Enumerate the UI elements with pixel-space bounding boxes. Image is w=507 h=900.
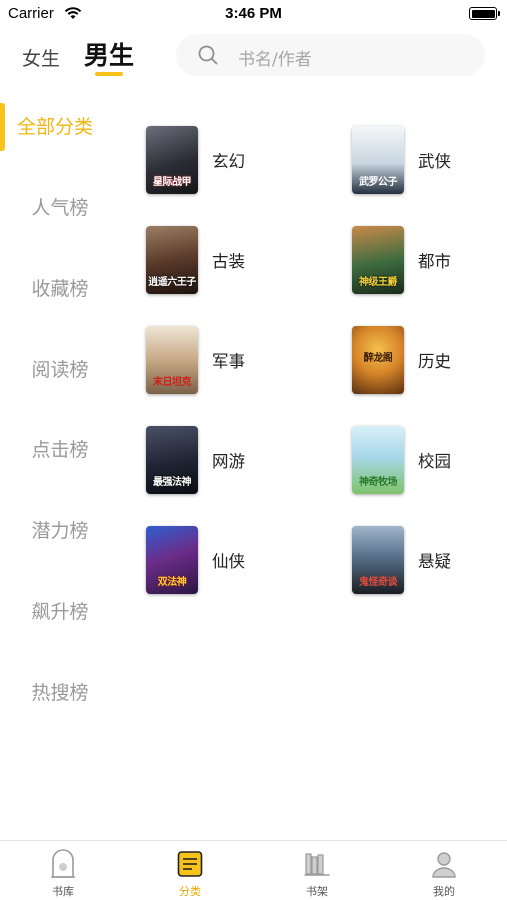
book-cover: 神级王爵: [352, 226, 404, 294]
category-label: 历史: [418, 352, 451, 371]
book-cover: 最强法神: [146, 426, 198, 494]
book-cover: 星际战甲: [146, 126, 198, 194]
battery-icon: [469, 7, 500, 20]
category-label: 悬疑: [418, 552, 451, 571]
tab-male[interactable]: 男生: [84, 36, 134, 72]
cover-title: 武罗公子: [359, 177, 398, 188]
sidebar-item-rising[interactable]: 飙升榜: [0, 587, 120, 637]
sidebar-item-favorites[interactable]: 收藏榜: [0, 264, 120, 314]
book-cover: 末日坦克: [146, 326, 198, 394]
tab-label: 分类: [179, 885, 201, 898]
category-label: 军事: [212, 352, 245, 371]
tab-label: 我的: [433, 885, 455, 898]
sidebar-item-label: 收藏榜: [31, 278, 89, 300]
sidebar-item-clicks[interactable]: 点击榜: [0, 425, 120, 475]
book-cover: 鬼怪奇谈: [352, 526, 404, 594]
book-cover: 醉龙阁: [352, 326, 404, 394]
cover-title: 逍遥六王子: [148, 277, 196, 288]
tab-bookshelf[interactable]: 书架: [254, 841, 380, 900]
category-label: 网游: [212, 452, 245, 471]
category-item[interactable]: 鬼怪奇谈 悬疑: [352, 526, 507, 596]
search-placeholder: 书名/作者: [238, 50, 312, 70]
bookshelf-icon: [304, 853, 330, 876]
search-input[interactable]: 书名/作者: [176, 34, 485, 76]
category-icon: [177, 851, 203, 877]
tab-selected-underline: [95, 72, 123, 76]
book-cover: 双法神: [146, 526, 198, 594]
book-cover: 神奇牧场: [352, 426, 404, 494]
category-item[interactable]: 最强法神 网游: [146, 426, 316, 496]
category-label: 玄幻: [212, 152, 245, 171]
cover-title: 星际战甲: [153, 177, 192, 188]
category-label: 仙侠: [212, 552, 245, 571]
cover-title: 醉龙阁: [363, 353, 393, 364]
sidebar-item-label: 点击榜: [31, 439, 89, 461]
category-item[interactable]: 星际战甲 玄幻: [146, 126, 316, 196]
search-icon: [198, 45, 218, 65]
category-item[interactable]: 醉龙阁 历史: [352, 326, 507, 396]
sidebar-item-hot-search[interactable]: 热搜榜: [0, 668, 120, 718]
tab-bookstore[interactable]: 书库: [0, 841, 126, 900]
category-item[interactable]: 武罗公子 武侠: [352, 126, 507, 196]
book-cover: 逍遥六王子: [146, 226, 198, 294]
category-item[interactable]: 末日坦克 军事: [146, 326, 316, 396]
profile-icon: [432, 852, 456, 878]
tab-label: 书库: [52, 885, 74, 898]
sidebar-item-label: 阅读榜: [31, 359, 89, 381]
cover-title: 双法神: [157, 577, 187, 588]
category-item[interactable]: 逍遥六王子 古装: [146, 226, 316, 296]
cover-title: 末日坦克: [153, 377, 192, 388]
sidebar-item-label: 潜力榜: [31, 520, 89, 542]
cover-title: 鬼怪奇谈: [359, 577, 398, 588]
category-item[interactable]: 双法神 仙侠: [146, 526, 316, 596]
clock: 3:46 PM: [225, 5, 282, 22]
bookstore-icon: [51, 849, 75, 878]
sidebar-item-all[interactable]: 全部分类: [0, 102, 120, 152]
sidebar-item-label: 热搜榜: [31, 682, 89, 704]
category-label: 校园: [418, 452, 451, 471]
category-label: 古装: [212, 252, 245, 271]
header: 女生 男生 书名/作者: [0, 30, 507, 90]
status-bar: Carrier 3:46 PM: [0, 0, 507, 30]
tab-label: 书架: [306, 885, 328, 898]
tab-profile[interactable]: 我的: [381, 841, 507, 900]
category-label: 都市: [418, 252, 451, 271]
tab-female[interactable]: 女生: [22, 44, 60, 71]
sidebar-item-label: 全部分类: [17, 116, 94, 138]
cover-title: 最强法神: [153, 477, 192, 488]
sidebar-item-potential[interactable]: 潜力榜: [0, 506, 120, 556]
tab-category[interactable]: 分类: [127, 841, 253, 900]
sidebar-item-label: 飙升榜: [31, 601, 89, 623]
book-cover: 武罗公子: [352, 126, 404, 194]
sidebar-item-reads[interactable]: 阅读榜: [0, 345, 120, 395]
category-item[interactable]: 神级王爵 都市: [352, 226, 507, 296]
sidebar-item-popular[interactable]: 人气榜: [0, 183, 120, 233]
cover-title: 神级王爵: [359, 277, 398, 288]
category-item[interactable]: 神奇牧场 校园: [352, 426, 507, 496]
bottom-tab-bar: 书库 分类 书架 我的: [0, 840, 507, 900]
category-label: 武侠: [418, 152, 451, 171]
sidebar: 全部分类 人气榜 收藏榜 阅读榜 点击榜 潜力榜 飙升榜 热搜榜: [0, 90, 120, 838]
sidebar-item-label: 人气榜: [31, 197, 89, 219]
cover-title: 神奇牧场: [359, 477, 398, 488]
